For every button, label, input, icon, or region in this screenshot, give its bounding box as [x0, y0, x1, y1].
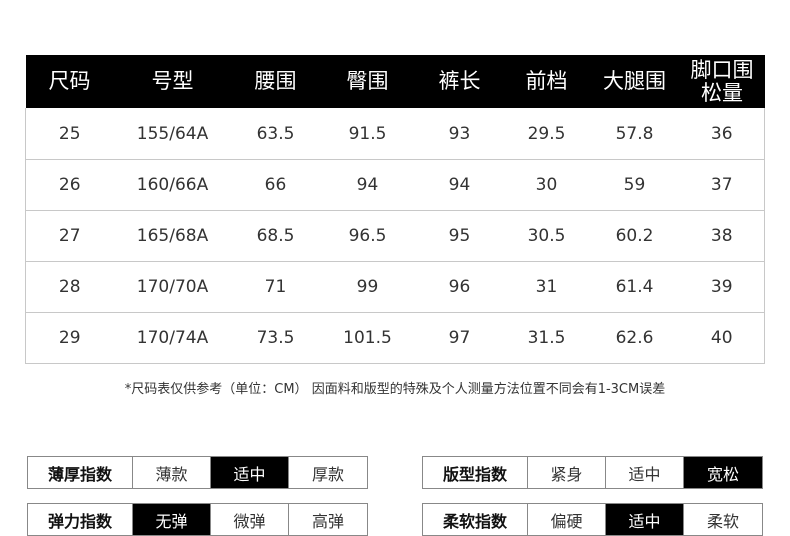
table-cell: 165/68A	[113, 210, 232, 262]
index-option: 适中	[606, 504, 684, 535]
table-cell: 39	[679, 261, 765, 313]
table-cell: 40	[679, 312, 765, 364]
index-label: 版型指数	[423, 457, 528, 488]
thickness-index: 薄厚指数 薄款 适中 厚款	[27, 456, 368, 489]
index-option: 适中	[606, 457, 684, 488]
table-cell: 31	[503, 261, 590, 313]
table-cell: 170/74A	[113, 312, 232, 364]
index-label: 柔软指数	[423, 504, 528, 535]
table-cell: 94	[319, 159, 416, 211]
table-row: 28 170/70A 71 99 96 31 61.4 39	[25, 261, 765, 313]
table-cell: 96.5	[319, 210, 416, 262]
table-cell: 29.5	[503, 108, 590, 160]
table-cell: 97	[415, 312, 504, 364]
table-cell: 27	[25, 210, 114, 262]
table-cell: 99	[319, 261, 416, 313]
index-label: 弹力指数	[28, 504, 133, 535]
table-cell: 59	[589, 159, 680, 211]
table-cell: 63.5	[231, 108, 320, 160]
table-header-row: 尺码 号型 腰围 臀围 裤长 前档 大腿围 脚口围 松量	[25, 55, 765, 108]
index-option: 无弹	[133, 504, 211, 535]
table-cell: 31.5	[503, 312, 590, 364]
index-option: 高弹	[311, 511, 344, 531]
table-cell: 73.5	[231, 312, 320, 364]
table-cell: 96	[415, 261, 504, 313]
index-option: 偏硬	[528, 504, 606, 535]
col-front-rise: 前档	[503, 55, 590, 108]
table-cell: 61.4	[589, 261, 680, 313]
table-cell: 91.5	[319, 108, 416, 160]
table-cell: 25	[25, 108, 114, 160]
table-cell: 26	[25, 159, 114, 211]
table-cell: 57.8	[589, 108, 680, 160]
table-cell: 93	[415, 108, 504, 160]
table-row: 25 155/64A 63.5 91.5 93 29.5 57.8 36	[25, 108, 765, 160]
table-cell: 36	[679, 108, 765, 160]
table-cell: 29	[25, 312, 114, 364]
table-cell: 30	[503, 159, 590, 211]
table-cell: 37	[679, 159, 765, 211]
fit-index: 版型指数 紧身 适中 宽松	[422, 456, 763, 489]
softness-index: 柔软指数 偏硬 适中 柔软	[422, 503, 763, 536]
table-cell: 60.2	[589, 210, 680, 262]
col-length: 裤长	[415, 55, 504, 108]
size-note: *尺码表仅供参考（单位：CM） 因面料和版型的特殊及个人测量方法位置不同会有1-…	[124, 382, 666, 397]
table-cell: 66	[231, 159, 320, 211]
table-cell: 30.5	[503, 210, 590, 262]
index-option: 紧身	[528, 457, 606, 488]
index-option: 微弹	[211, 504, 289, 535]
table-cell: 38	[679, 210, 765, 262]
table-cell: 94	[415, 159, 504, 211]
index-option: 宽松	[684, 457, 762, 488]
table-cell: 95	[415, 210, 504, 262]
index-option: 柔软	[706, 511, 739, 531]
table-cell: 68.5	[231, 210, 320, 262]
table-row: 27 165/68A 68.5 96.5 95 30.5 60.2 38	[25, 210, 765, 262]
table-cell: 101.5	[319, 312, 416, 364]
col-thigh: 大腿围	[589, 55, 680, 108]
index-option: 薄款	[133, 457, 211, 488]
col-model: 号型	[113, 55, 232, 108]
table-row: 29 170/74A 73.5 101.5 97 31.5 62.6 40	[25, 312, 765, 364]
index-label: 薄厚指数	[28, 457, 133, 488]
col-hem: 脚口围 松量	[679, 55, 765, 108]
col-waist: 腰围	[231, 55, 320, 108]
table-cell: 28	[25, 261, 114, 313]
table-cell: 155/64A	[113, 108, 232, 160]
elasticity-index: 弹力指数 无弹 微弹 高弹	[27, 503, 368, 536]
table-cell: 71	[231, 261, 320, 313]
table-cell: 160/66A	[113, 159, 232, 211]
table-cell: 62.6	[589, 312, 680, 364]
size-chart-table: 尺码 号型 腰围 臀围 裤长 前档 大腿围 脚口围 松量 25 155/64A 63…	[25, 55, 765, 364]
col-size: 尺码	[25, 55, 114, 108]
table-cell: 170/70A	[113, 261, 232, 313]
col-hip: 臀围	[319, 55, 416, 108]
index-option: 厚款	[311, 464, 344, 484]
table-row: 26 160/66A 66 94 94 30 59 37	[25, 159, 765, 211]
index-option: 适中	[211, 457, 289, 488]
